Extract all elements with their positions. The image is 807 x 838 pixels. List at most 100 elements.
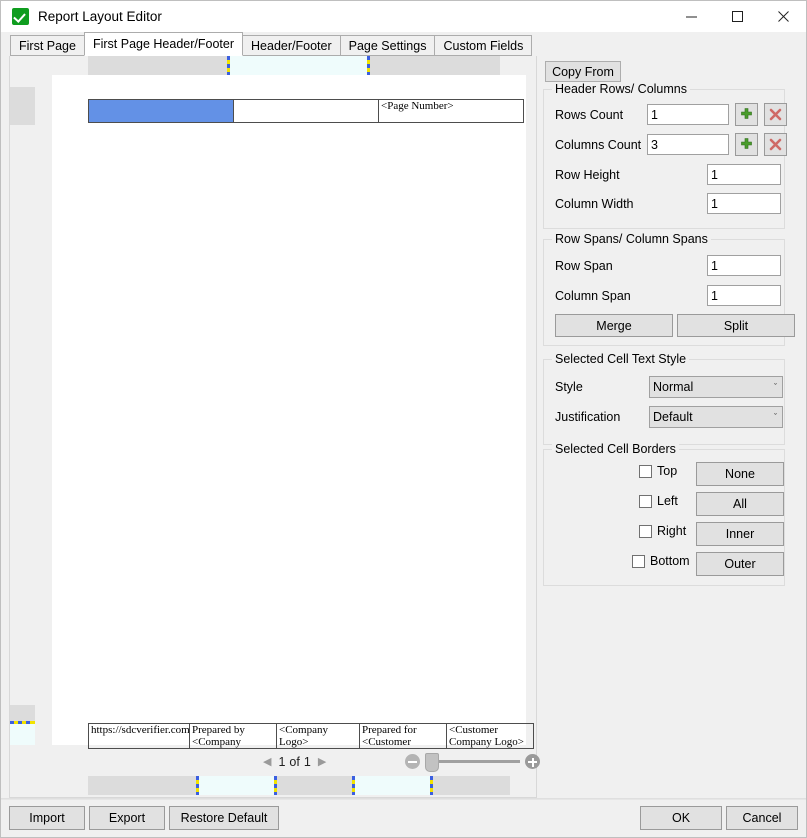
zoom-slider-track[interactable]	[425, 760, 520, 763]
ruler-marker-left[interactable]	[227, 56, 230, 75]
vruler-segment-bottom-light	[10, 723, 35, 745]
bottom-ruler-segment-3	[276, 776, 354, 795]
column-width-input[interactable]	[707, 193, 781, 214]
footer-table[interactable]: https://sdcverifier.com Prepared by <Com…	[88, 723, 534, 749]
zoom-slider-thumb[interactable]	[425, 753, 439, 772]
column-span-label: Column Span	[555, 289, 707, 303]
table-row[interactable]: https://sdcverifier.com Prepared by <Com…	[89, 724, 534, 749]
footer-cell-prepared-for[interactable]: Prepared for <Customer	[360, 724, 447, 749]
bottom-ruler-segment-5	[432, 776, 510, 795]
split-button[interactable]: Split	[677, 314, 795, 337]
justification-dropdown-value: Default	[653, 410, 693, 424]
zoom-control	[405, 754, 540, 769]
group-borders-title: Selected Cell Borders	[552, 442, 679, 456]
bottom-ruler-marker-3[interactable]	[352, 776, 355, 795]
remove-row-button[interactable]	[764, 103, 787, 126]
checkbox-left[interactable]	[639, 495, 652, 508]
table-row[interactable]: <Page Number>	[89, 100, 524, 123]
border-bottom-checkbox-row[interactable]: Bottom	[632, 554, 690, 568]
border-left-label: Left	[657, 494, 678, 508]
import-button[interactable]: Import	[9, 806, 85, 830]
borders-all-button[interactable]: All	[696, 492, 784, 516]
zoom-out-icon[interactable]	[405, 754, 420, 769]
footer-cell-url[interactable]: https://sdcverifier.com	[89, 724, 190, 749]
border-right-label: Right	[657, 524, 686, 538]
bottom-ruler-marker-4[interactable]	[430, 776, 433, 795]
plus-icon	[739, 137, 754, 152]
prev-page-icon[interactable]: ◀	[258, 753, 276, 771]
merge-button[interactable]: Merge	[555, 314, 673, 337]
tab-custom-fields[interactable]: Custom Fields	[434, 35, 532, 56]
pager-bar: ◀ 1 of 1 ▶	[10, 750, 536, 776]
vruler-segment-top	[10, 87, 35, 125]
row-span-row: Row Span	[555, 255, 781, 276]
columns-count-input[interactable]	[647, 134, 729, 155]
borders-inner-button[interactable]: Inner	[696, 522, 784, 546]
columns-count-row: Columns Count	[555, 133, 787, 156]
bottom-button-bar: Import Export Restore Default OK Cancel	[1, 798, 806, 837]
close-icon[interactable]	[760, 1, 806, 32]
border-left-checkbox-row[interactable]: Left	[639, 494, 678, 508]
group-text-style-title: Selected Cell Text Style	[552, 352, 689, 366]
bottom-ruler-marker-2[interactable]	[274, 776, 277, 795]
border-right-checkbox-row[interactable]: Right	[639, 524, 686, 538]
border-top-checkbox-row[interactable]: Top	[639, 464, 677, 478]
title-bar: Report Layout Editor	[1, 1, 806, 32]
column-span-input[interactable]	[707, 285, 781, 306]
tab-first-page[interactable]: First Page	[10, 35, 85, 56]
ruler-segment-content	[228, 56, 368, 75]
header-cell-1[interactable]	[89, 100, 234, 123]
header-cell-2[interactable]	[234, 100, 379, 123]
vertical-ruler[interactable]	[10, 75, 35, 750]
next-page-icon[interactable]: ▶	[313, 753, 331, 771]
footer-cell-company-logo[interactable]: <Company Logo>	[277, 724, 360, 749]
chevron-down-icon: ˇ	[774, 412, 777, 422]
ruler-marker-right[interactable]	[367, 56, 370, 75]
row-height-input[interactable]	[707, 164, 781, 185]
horizontal-ruler-bottom[interactable]	[10, 776, 536, 795]
tab-first-page-header-footer[interactable]: First Page Header/Footer	[84, 32, 243, 56]
tab-page-settings[interactable]: Page Settings	[340, 35, 436, 56]
export-button[interactable]: Export	[89, 806, 165, 830]
add-column-button[interactable]	[735, 133, 758, 156]
style-dropdown-value: Normal	[653, 380, 693, 394]
document-page[interactable]: <Page Number> https://sdcverifier.com Pr…	[52, 75, 526, 745]
justification-dropdown[interactable]: Default ˇ	[649, 406, 783, 428]
report-layout-editor-window: Report Layout Editor First Page First Pa…	[0, 0, 807, 838]
horizontal-ruler-top[interactable]	[10, 56, 536, 75]
tab-strip: First Page First Page Header/Footer Head…	[1, 32, 806, 56]
page-of-label: of	[287, 755, 301, 769]
checkbox-top[interactable]	[639, 465, 652, 478]
tab-header-footer[interactable]: Header/Footer	[242, 35, 341, 56]
maximize-icon[interactable]	[714, 1, 760, 32]
row-span-input[interactable]	[707, 255, 781, 276]
borders-outer-button[interactable]: Outer	[696, 552, 784, 576]
add-row-button[interactable]	[735, 103, 758, 126]
footer-cell-prepared-by[interactable]: Prepared by <Company	[190, 724, 277, 749]
minimize-icon[interactable]	[668, 1, 714, 32]
group-row-column-spans-title: Row Spans/ Column Spans	[552, 232, 711, 246]
copy-from-button[interactable]: Copy From	[545, 61, 621, 82]
bottom-ruler-segment-4	[354, 776, 432, 795]
group-selected-cell-text-style: Selected Cell Text Style Style Normal ˇ …	[543, 359, 785, 445]
body-area: <Page Number> https://sdcverifier.com Pr…	[1, 56, 806, 798]
vruler-marker-bottom[interactable]	[10, 721, 35, 724]
checkbox-right[interactable]	[639, 525, 652, 538]
footer-cell-customer-logo[interactable]: <Customer Company Logo>	[447, 724, 534, 749]
border-bottom-label: Bottom	[650, 554, 690, 568]
restore-default-button[interactable]: Restore Default	[169, 806, 279, 830]
remove-column-button[interactable]	[764, 133, 787, 156]
header-table[interactable]: <Page Number>	[88, 99, 524, 123]
row-height-label: Row Height	[555, 168, 707, 182]
style-dropdown[interactable]: Normal ˇ	[649, 376, 783, 398]
cancel-button[interactable]: Cancel	[726, 806, 798, 830]
bottom-ruler-marker-1[interactable]	[196, 776, 199, 795]
row-height-row: Row Height	[555, 164, 781, 185]
ok-button[interactable]: OK	[640, 806, 722, 830]
header-cell-3-page-number[interactable]: <Page Number>	[379, 100, 524, 123]
borders-none-button[interactable]: None	[696, 462, 784, 486]
rows-count-input[interactable]	[647, 104, 729, 125]
page-navigator: ◀ 1 of 1 ▶	[258, 753, 331, 771]
column-width-label: Column Width	[555, 197, 707, 211]
checkbox-bottom[interactable]	[632, 555, 645, 568]
